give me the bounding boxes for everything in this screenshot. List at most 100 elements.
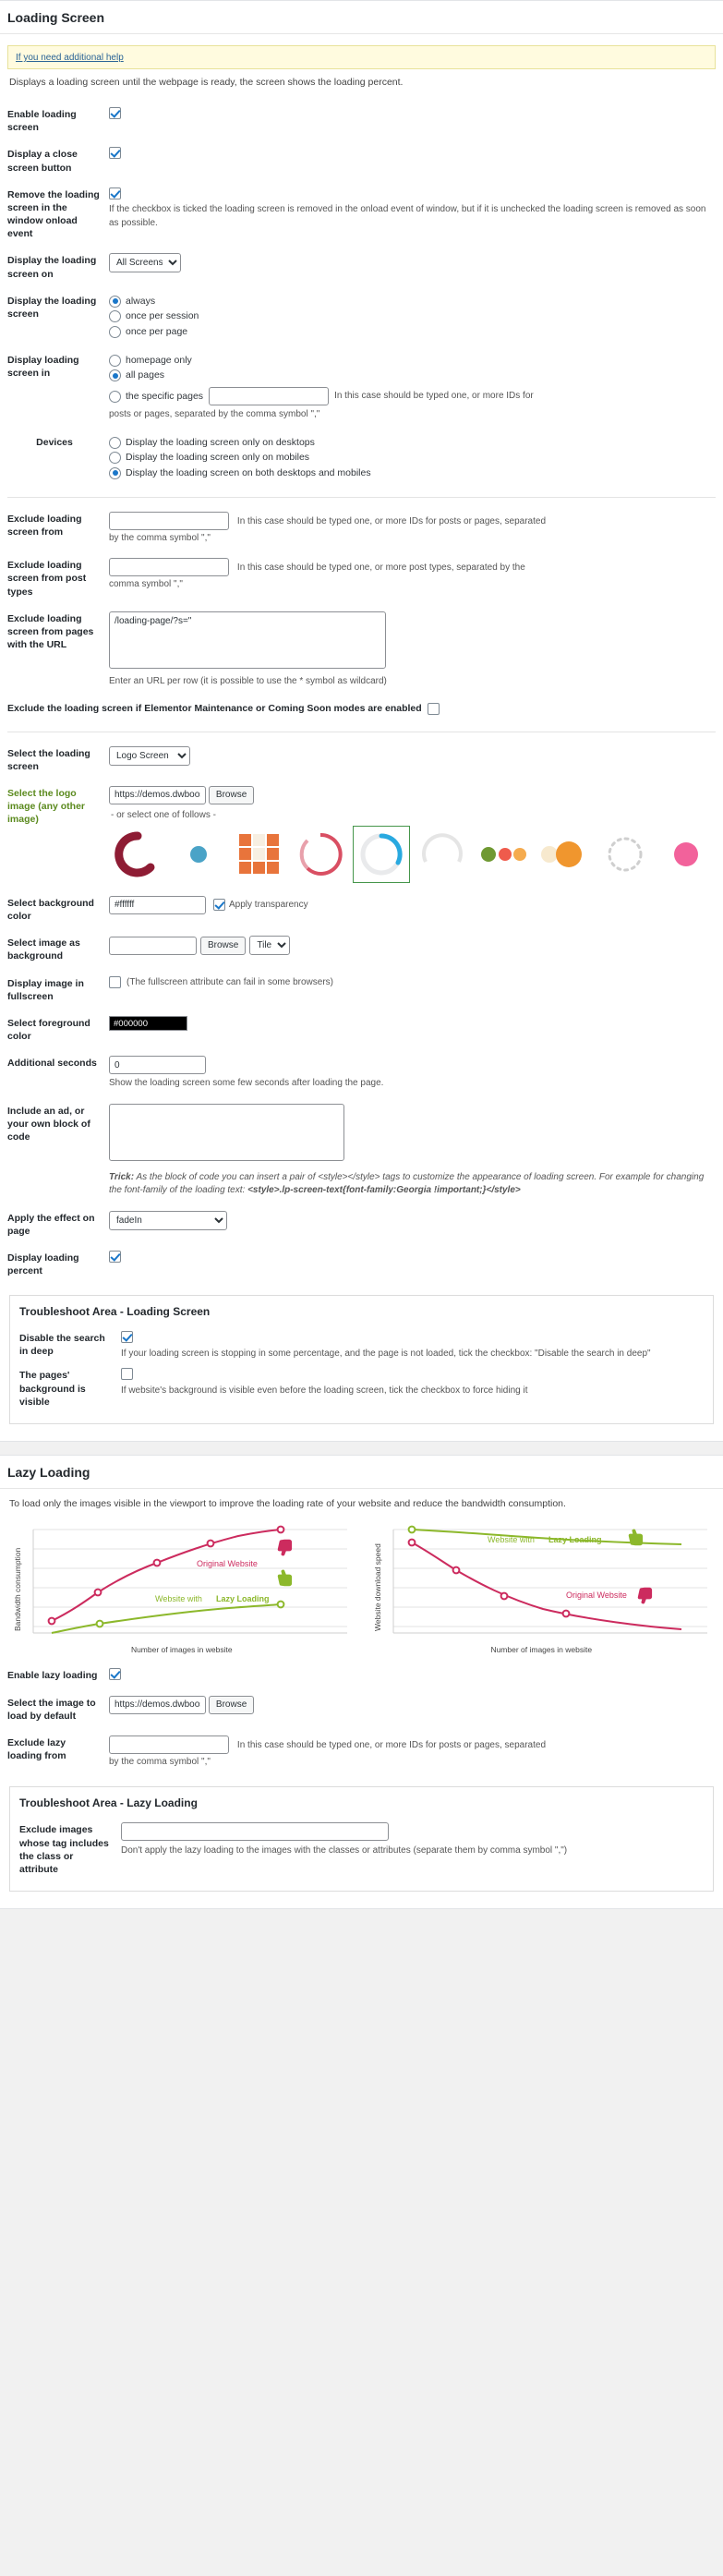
devices-label-desktops[interactable]: Display the loading screen only on deskt… xyxy=(126,436,315,450)
ad-code-textarea[interactable] xyxy=(109,1103,344,1161)
frequency-radio-always[interactable] xyxy=(109,295,121,308)
divider xyxy=(7,496,716,498)
row-effect: Apply the effect on page fadeIn xyxy=(7,1204,716,1244)
exclude-class-label: Exclude images whose tag includes the cl… xyxy=(19,1824,109,1875)
frequency-radio-session[interactable] xyxy=(109,310,121,323)
display-in-option-specific[interactable]: the specific pages In this case should b… xyxy=(109,386,716,406)
remove-onload-label: Remove the loading screen in the window … xyxy=(7,188,100,240)
display-in-radio-specific[interactable] xyxy=(109,390,121,403)
display-in-label-homepage[interactable]: homepage only xyxy=(126,354,192,368)
row-exclude-from: Exclude loading screen from In this case… xyxy=(7,505,716,552)
default-image-browse-button[interactable]: Browse xyxy=(208,1695,255,1714)
svg-text:Lazy Loading: Lazy Loading xyxy=(216,1594,270,1603)
exclude-class-input[interactable] xyxy=(121,1822,389,1842)
effect-select[interactable]: fadeIn xyxy=(109,1210,227,1230)
select-screen-select[interactable]: Logo Screen xyxy=(109,745,190,766)
exclude-post-types-desc-inline: In this case should be typed one, or mor… xyxy=(236,562,525,573)
display-in-option-homepage[interactable]: homepage only xyxy=(109,353,716,369)
row-exclude-lazy-from: Exclude lazy loading from In this case s… xyxy=(7,1729,716,1776)
devices-label-both[interactable]: Display the loading screen on both deskt… xyxy=(126,466,371,480)
spinner-pink-dot-icon[interactable] xyxy=(657,825,715,883)
display-in-label-allpages[interactable]: all pages xyxy=(126,369,164,382)
row-additional-seconds: Additional seconds Show the loading scre… xyxy=(7,1049,716,1097)
devices-option-desktops[interactable]: Display the loading screen only on deskt… xyxy=(109,435,716,451)
additional-seconds-input[interactable] xyxy=(109,1056,206,1075)
svg-text:Website with: Website with xyxy=(488,1535,535,1544)
bg-image-repeat-select[interactable]: Tile xyxy=(249,936,291,956)
exclude-lazy-from-input[interactable] xyxy=(109,1735,229,1754)
frequency-option-always[interactable]: always xyxy=(109,294,716,309)
thumbs-up-icon-2 xyxy=(628,1529,643,1546)
exclude-urls-textarea[interactable]: /loading-page/?s=" xyxy=(109,611,386,669)
spinner-blue-dot-icon[interactable] xyxy=(170,825,227,883)
row-bg-image: Select image as background Browse Tile xyxy=(7,929,716,969)
close-screen-button-label: Display a close screen button xyxy=(7,149,78,174)
loading-screen-intro: Displays a loading screen until the webp… xyxy=(9,77,404,88)
logo-image-browse-button[interactable]: Browse xyxy=(208,785,255,804)
display-in-option-allpages[interactable]: all pages xyxy=(109,368,716,383)
exclude-post-types-input[interactable] xyxy=(109,558,229,577)
frequency-radio-page[interactable] xyxy=(109,325,121,338)
display-in-specific-input[interactable] xyxy=(209,387,330,406)
enable-loading-screen-checkbox[interactable] xyxy=(109,107,121,119)
page-title: Loading Screen xyxy=(0,1,723,34)
bg-color-input[interactable] xyxy=(109,895,206,914)
spinner-grey-arc-icon[interactable] xyxy=(414,825,471,883)
spinner-dark-red-arc-icon[interactable] xyxy=(109,825,166,883)
spinner-orange-bubbles-icon[interactable] xyxy=(536,825,593,883)
remove-onload-checkbox[interactable] xyxy=(109,187,121,200)
frequency-label-always[interactable]: always xyxy=(126,295,155,308)
chart-download-speed-svg: Website download speed Website with Lazy… xyxy=(373,1525,707,1634)
deep-search-checkbox[interactable] xyxy=(121,1331,133,1344)
deep-search-label: Disable the search in deep xyxy=(19,1333,105,1358)
display-on-select[interactable]: All Screens xyxy=(109,253,181,273)
row-display-on: Display the loading screen on All Screen… xyxy=(7,247,716,286)
default-image-input[interactable] xyxy=(109,1695,206,1714)
spinner-pink-circle-icon[interactable] xyxy=(292,825,349,883)
exclude-from-desc-inline: In this case should be typed one, or mor… xyxy=(236,515,546,526)
loading-screen-panel: Loading Screen If you need additional he… xyxy=(0,0,723,1442)
row-enable-loading-screen: Enable loading screen xyxy=(7,101,716,140)
fullscreen-label: Display image in fullscreen xyxy=(7,977,84,1002)
frequency-option-session[interactable]: once per session xyxy=(109,308,716,324)
bg-visible-checkbox[interactable] xyxy=(121,1368,133,1381)
spinner-dotted-circle-icon[interactable] xyxy=(596,825,654,883)
frequency-label-session[interactable]: once per session xyxy=(126,309,199,323)
chart-bandwidth-consumption: Bandwidth consumption Original Website W… xyxy=(7,1522,356,1654)
enable-lazy-loading-checkbox[interactable] xyxy=(109,1667,121,1680)
row-bg-color: Select background color Apply transparen… xyxy=(7,889,716,929)
row-percent: Display loading percent xyxy=(7,1244,716,1284)
bg-transparency-checkbox[interactable] xyxy=(213,899,225,912)
fg-color-swatch[interactable]: #000000 xyxy=(109,1015,187,1031)
spinner-orange-squares-icon[interactable] xyxy=(231,825,288,883)
display-in-radio-allpages[interactable] xyxy=(109,369,121,382)
devices-label-mobiles[interactable]: Display the loading screen only on mobil… xyxy=(126,451,309,465)
frequency-option-page[interactable]: once per page xyxy=(109,324,716,340)
display-in-label-specific[interactable]: the specific pages xyxy=(126,390,203,404)
display-in-radio-homepage[interactable] xyxy=(109,354,121,367)
exclude-from-input[interactable] xyxy=(109,511,229,530)
fullscreen-checkbox[interactable] xyxy=(109,976,121,989)
row-fg-color: Select foreground color #000000 xyxy=(7,1010,716,1049)
devices-radio-mobiles[interactable] xyxy=(109,452,121,465)
ad-code-trick-prefix: Trick: xyxy=(109,1171,135,1182)
devices-radio-desktops[interactable] xyxy=(109,436,121,449)
elementor-checkbox[interactable] xyxy=(427,702,440,715)
row-close-screen-button: Display a close screen button xyxy=(7,140,716,180)
devices-option-mobiles[interactable]: Display the loading screen only on mobil… xyxy=(109,450,716,466)
spinner-three-dots-icon[interactable] xyxy=(475,825,532,883)
bg-visible-label: The pages' background is visible xyxy=(19,1370,86,1408)
frequency-label-page[interactable]: once per page xyxy=(126,325,187,339)
close-screen-button-checkbox[interactable] xyxy=(109,147,121,160)
devices-option-both[interactable]: Display the loading screen on both deskt… xyxy=(109,466,716,481)
spinner-blue-ring-icon[interactable] xyxy=(353,825,410,883)
help-link[interactable]: If you need additional help xyxy=(16,53,124,63)
percent-checkbox[interactable] xyxy=(109,1250,121,1263)
bg-image-input[interactable] xyxy=(109,936,197,955)
svg-text:Original Website: Original Website xyxy=(566,1590,627,1600)
devices-radio-both[interactable] xyxy=(109,466,121,479)
logo-image-input[interactable] xyxy=(109,785,206,804)
exclude-urls-desc: Enter an URL per row (it is possible to … xyxy=(109,676,387,687)
bg-image-browse-button[interactable]: Browse xyxy=(200,936,247,955)
thumbs-down-icon xyxy=(277,1539,293,1556)
